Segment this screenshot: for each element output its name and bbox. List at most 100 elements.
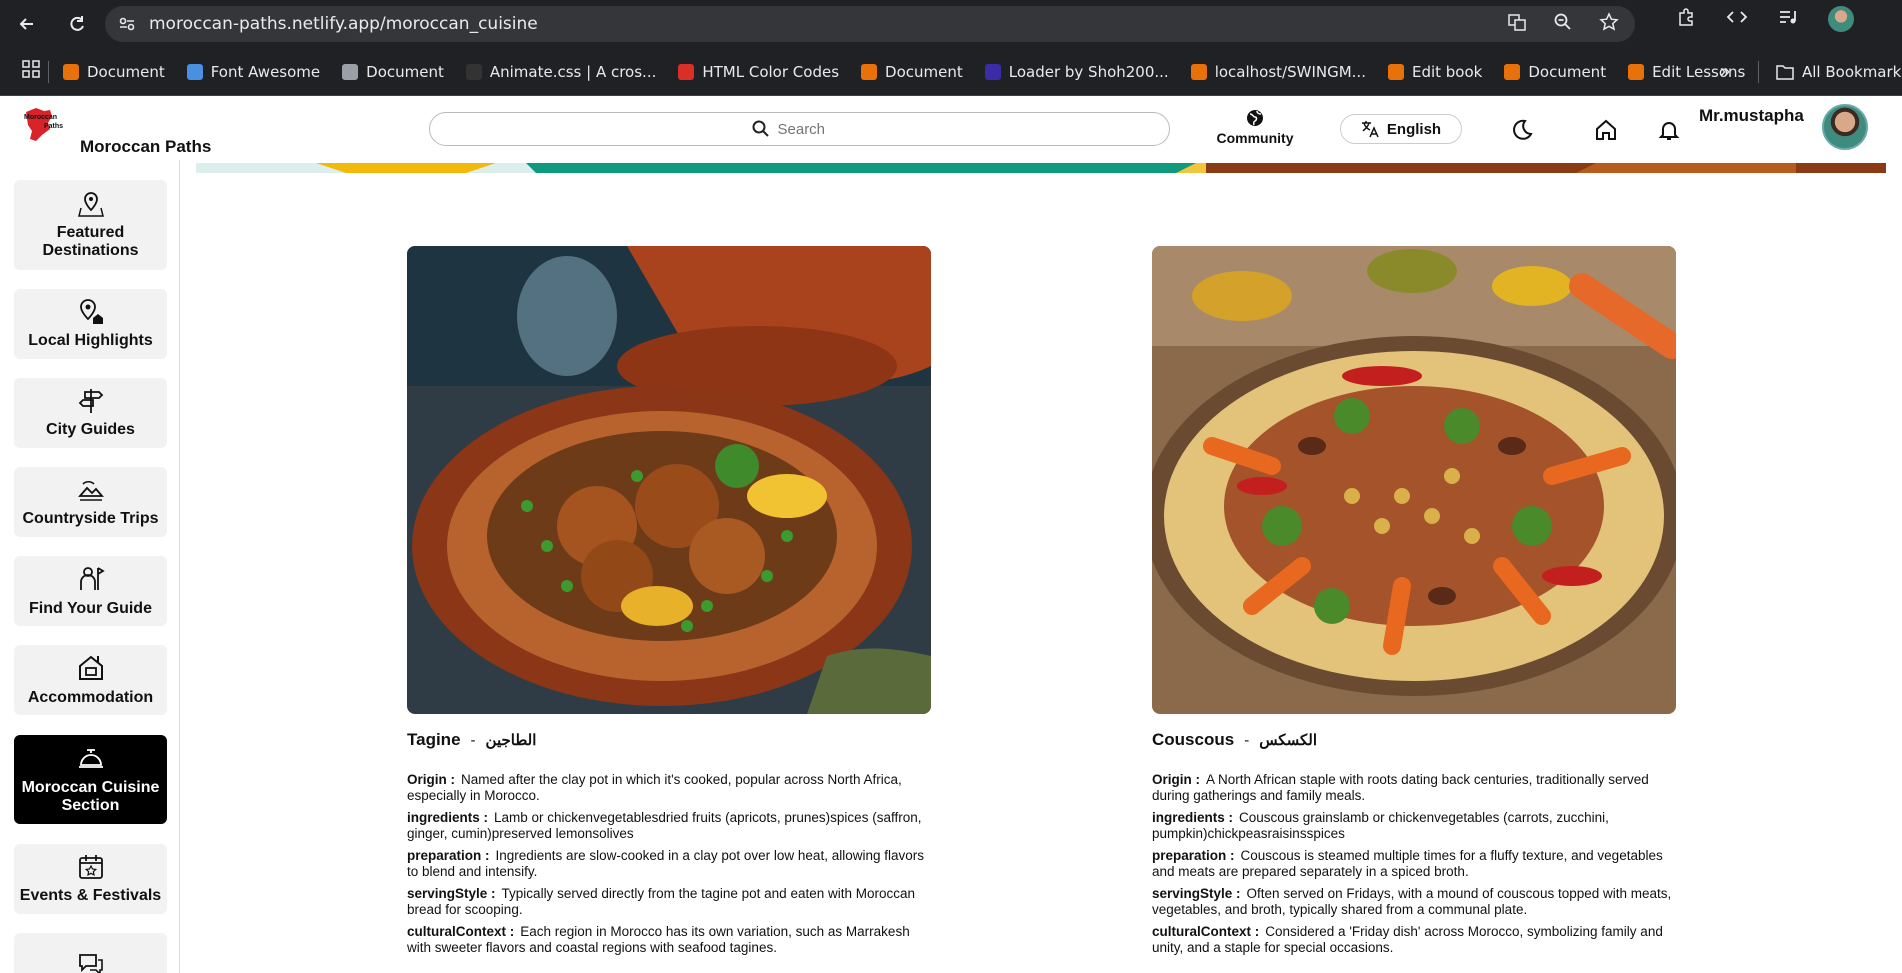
bookmark-favicon-icon [984,63,1001,80]
globe-icon [1247,110,1263,126]
dish-title: Tagine - الطاجين [407,730,931,750]
bookmark-item[interactable]: Document [342,63,444,81]
language-button[interactable]: English [1340,114,1462,144]
apps-grid-icon[interactable] [22,60,40,83]
sidebar-item-events-festivals[interactable]: Events & Festivals [14,844,167,914]
search-bar[interactable] [429,112,1170,146]
sidebar-item-city-guides[interactable]: City Guides [14,378,167,448]
bookmark-item[interactable]: HTML Color Codes [678,63,839,81]
back-icon[interactable] [12,9,42,39]
svg-text:Paths: Paths [44,123,63,130]
username[interactable]: Mr.mustapha [1699,106,1804,126]
dish-name: Couscous [1152,730,1235,749]
sidebar: Featured Destinations Local Highlights C… [0,160,180,973]
sidebar-item-label: Countryside Trips [22,510,159,527]
dish-arabic-name: الكسكس [1259,732,1317,749]
sidebar-item-label: Moroccan Cuisine Section [21,778,160,814]
media-icon[interactable] [1778,7,1798,32]
community-link[interactable]: Community [1214,108,1296,146]
sidebar-item-featured-destinations[interactable]: Featured Destinations [14,180,167,270]
bookmark-label: Document [885,62,963,81]
landscape-icon [77,480,104,501]
zoom-icon[interactable] [1553,12,1573,37]
bookmark-item[interactable]: Loader by Shoh200... [984,63,1169,81]
sidebar-item-label: Accommodation [27,689,154,706]
map-pin-icon [77,192,104,217]
bookmark-item[interactable]: Document [861,63,963,81]
bookmark-item[interactable]: localhost/SWINGM... [1190,62,1366,81]
app-header: Moroccan Paths Moroccan Paths Community … [0,96,1902,160]
bookmark-label: Document [87,62,165,81]
bookmark-item[interactable]: Document [63,63,165,81]
dish-name: Tagine [407,730,461,749]
sidebar-item-local-highlights[interactable]: Local Highlights [14,289,167,359]
guide-icon [79,567,105,590]
browser-toolbar: moroccan-paths.netlify.app/moroccan_cuis… [0,0,1902,48]
sidebar-item-find-your-guide[interactable]: Find Your Guide [14,556,167,626]
cultural-context-field: culturalContext : Each region in Morocco … [407,924,910,955]
user-avatar[interactable] [1822,104,1868,150]
bookmark-label: Document [1528,62,1607,81]
sidebar-item-moroccan-cuisine[interactable]: Moroccan Cuisine Section [14,735,167,824]
cloche-icon [78,748,103,768]
banner-strip [196,160,1886,173]
site-settings-icon[interactable] [115,12,139,36]
sidebar-item-countryside-trips[interactable]: Countryside Trips [14,467,167,537]
home-icon[interactable] [1594,118,1618,142]
title-dash: - [1244,731,1250,749]
bookmark-star-icon[interactable] [1599,12,1619,37]
bookmark-label: Animate.css | A cros... [489,62,657,81]
dark-mode-moon-icon[interactable] [1510,118,1534,142]
sidebar-item-label: Find Your Guide [29,600,152,617]
community-label: Community [1216,130,1294,146]
bookmark-label: Edit Lessons [1652,62,1746,81]
bookmark-label: Font Awesome [210,62,321,81]
sidebar-item-accommodation[interactable]: Accommodation [14,645,167,715]
notification-bell-icon[interactable] [1657,118,1681,142]
bookmark-favicon-icon [678,63,695,80]
bookmarks-overflow-icon[interactable]: » [1720,61,1730,82]
bookmark-item[interactable]: Font Awesome [186,62,321,81]
tagine-photo [407,246,931,714]
url-text[interactable]: moroccan-paths.netlify.app/moroccan_cuis… [149,14,538,34]
site-logo[interactable]: Moroccan Paths [22,106,74,146]
preparation-field: preparation : Couscous is steamed multipl… [1152,848,1663,879]
bookmark-favicon-icon [63,63,79,80]
translate-icon[interactable] [1507,12,1527,37]
bookmarks-bar: Document Font Awesome Document Animate.css … [0,48,1902,96]
serving-style-field: servingStyle : Often served on Fridays, w… [1152,886,1672,917]
sidebar-item-label: City Guides [46,421,135,438]
bookmark-favicon-icon [1190,63,1207,80]
bookmark-label: HTML Color Codes [702,62,840,81]
serving-style-field: servingStyle : Typically served directly … [407,886,916,917]
signpost-icon [78,389,103,413]
bookmark-favicon-icon [861,63,878,80]
bookmark-label: localhost/SWINGM... [1214,62,1366,81]
bookmark-item[interactable]: Animate.css | A cros... [465,62,657,81]
chat-star-icon [78,954,103,973]
sidebar-item-label: Events & Festivals [19,887,162,904]
extensions-icon[interactable] [1676,7,1696,32]
devtools-icon[interactable] [1726,7,1748,32]
reload-icon[interactable] [62,9,92,39]
all-bookmarks[interactable]: All Bookmarks [1776,63,1902,81]
bookmark-item[interactable]: Edit book [1387,62,1483,81]
search-icon [752,120,769,137]
all-bookmarks-label: All Bookmarks [1802,62,1902,81]
profile-avatar-icon[interactable] [1828,6,1854,32]
dish-card-couscous: Couscous - الكسكس Origin :A North Africa… [1152,246,1676,956]
origin-field: Origin :A North African staple with root… [1152,772,1649,803]
bookmark-item[interactable]: Document [1504,63,1606,81]
sidebar-item-more[interactable] [14,933,167,973]
preparation-field: preparation : Ingredients are slow-cooked… [407,848,924,879]
cultural-context-field: culturalContext : Considered a 'Friday di… [1152,924,1663,955]
translate-icon [1361,121,1379,138]
bookmark-favicon-icon [1628,63,1645,80]
language-label: English [1386,120,1442,138]
bookmark-favicon-icon [1504,63,1521,80]
brand-name[interactable]: Moroccan Paths [80,137,211,157]
bookmark-label: Edit book [1411,62,1483,81]
search-input[interactable] [777,120,848,138]
address-bar[interactable]: moroccan-paths.netlify.app/moroccan_cuis… [105,6,1635,42]
svg-text:Moroccan: Moroccan [24,114,57,121]
